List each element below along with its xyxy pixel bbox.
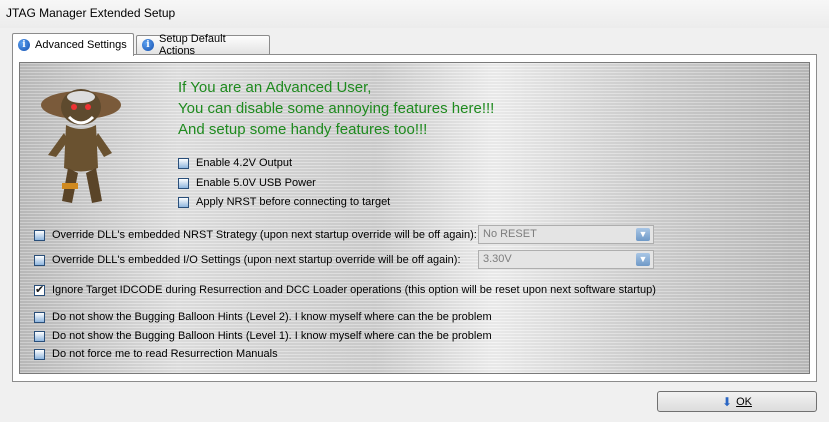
- enable-42v-checkbox[interactable]: Enable 4.2V Output: [178, 157, 292, 169]
- gremlin-mascot-image: [41, 89, 121, 203]
- info-icon: i: [18, 39, 30, 51]
- tab-label: Advanced Settings: [35, 39, 127, 51]
- checkbox-label: Do not force me to read Resurrection Man…: [52, 348, 278, 360]
- checkbox-label: Override DLL's embedded I/O Settings (up…: [52, 254, 461, 266]
- checkbox-box[interactable]: [178, 196, 189, 208]
- checkbox-label: Do not show the Bugging Balloon Hints (L…: [52, 311, 492, 323]
- checkbox-box[interactable]: [34, 311, 45, 323]
- checkbox-box[interactable]: [34, 254, 45, 266]
- no-hints-level2-checkbox[interactable]: Do not show the Bugging Balloon Hints (L…: [34, 311, 492, 323]
- checkbox-label: Enable 5.0V USB Power: [196, 177, 316, 189]
- dropdown-value: 3.30V: [483, 253, 512, 265]
- checkbox-box[interactable]: [34, 330, 45, 342]
- checkbox-label: Override DLL's embedded NRST Strategy (u…: [52, 229, 477, 241]
- io-settings-dropdown[interactable]: 3.30V ▼: [478, 250, 654, 269]
- checkbox-label: Apply NRST before connecting to target: [196, 196, 391, 208]
- arrow-down-icon: ⬇: [722, 394, 733, 409]
- headline-line-2: You can disable some annoying features h…: [178, 100, 495, 117]
- title-bar: JTAG Manager Extended Setup: [0, 0, 829, 28]
- checkbox-label: Enable 4.2V Output: [196, 157, 293, 169]
- tab-panel: If You are an Advanced User, You can dis…: [12, 54, 817, 382]
- checkbox-box[interactable]: [34, 283, 45, 296]
- checkbox-box[interactable]: [34, 348, 45, 360]
- checkbox-box[interactable]: [178, 157, 189, 169]
- window-title: JTAG Manager Extended Setup: [6, 6, 176, 20]
- headline-line-1: If You are an Advanced User,: [178, 79, 372, 96]
- enable-50v-checkbox[interactable]: Enable 5.0V USB Power: [178, 177, 316, 189]
- info-icon: i: [142, 39, 154, 51]
- ignore-idcode-checkbox[interactable]: Ignore Target IDCODE during Resurrection…: [34, 283, 656, 296]
- ok-button[interactable]: ⬇ OK: [657, 391, 817, 412]
- override-nrst-checkbox[interactable]: Override DLL's embedded NRST Strategy (u…: [34, 229, 477, 241]
- settings-panel: If You are an Advanced User, You can dis…: [19, 62, 810, 374]
- checkbox-label: Ignore Target IDCODE during Resurrection…: [52, 284, 656, 296]
- dropdown-value: No RESET: [483, 228, 537, 240]
- advanced-user-headline: If You are an Advanced User, You can dis…: [178, 77, 494, 140]
- checkbox-label: Do not show the Bugging Balloon Hints (L…: [52, 330, 492, 342]
- tab-advanced-settings[interactable]: i Advanced Settings: [12, 33, 134, 56]
- headline-line-3: And setup some handy features too!!!: [178, 121, 428, 138]
- no-hints-level1-checkbox[interactable]: Do not show the Bugging Balloon Hints (L…: [34, 330, 492, 342]
- chevron-down-icon[interactable]: ▼: [636, 253, 650, 266]
- checkbox-box[interactable]: [34, 229, 45, 241]
- no-manuals-checkbox[interactable]: Do not force me to read Resurrection Man…: [34, 348, 278, 360]
- nrst-strategy-dropdown[interactable]: No RESET ▼: [478, 225, 654, 244]
- ok-button-label: OK: [736, 395, 752, 408]
- apply-nrst-checkbox[interactable]: Apply NRST before connecting to target: [178, 196, 390, 208]
- checkbox-box[interactable]: [178, 177, 189, 189]
- chevron-down-icon[interactable]: ▼: [636, 228, 650, 241]
- override-io-checkbox[interactable]: Override DLL's embedded I/O Settings (up…: [34, 254, 461, 266]
- tab-setup-default-actions[interactable]: i Setup Default Actions: [136, 33, 270, 57]
